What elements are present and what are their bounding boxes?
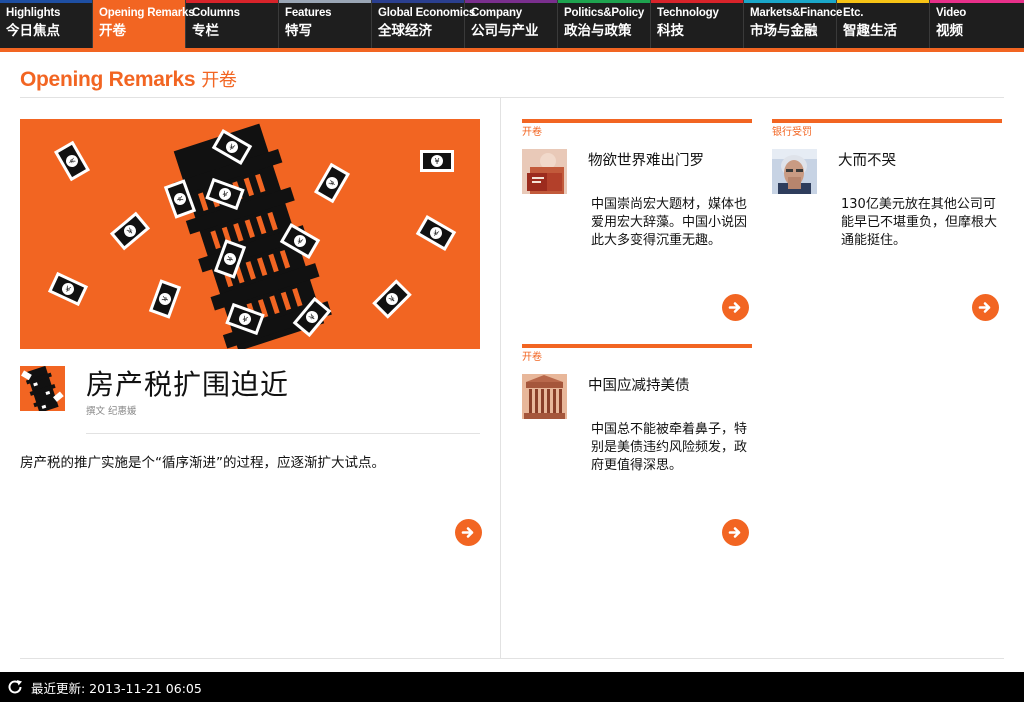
nav-tab-video[interactable]: Video 视频 [930, 0, 1024, 48]
nav-tab-company[interactable]: Company 公司与产业 [465, 0, 558, 48]
card-accent-bar [772, 119, 1002, 123]
card-2-more-button[interactable] [972, 294, 999, 321]
nav-tab-label-zh: 全球经济 [378, 23, 432, 39]
card-title[interactable]: 物欲世界难出门罗 [588, 149, 704, 170]
nav-tab-label-zh: 公司与产业 [471, 23, 539, 39]
leaning-tower-money-illustration: ¥ [47, 123, 457, 349]
nav-tab-label-en: Technology [657, 7, 719, 19]
nav-tab-opening-remarks[interactable]: Opening Remarks 开卷 [93, 0, 195, 48]
banker-portrait-image [772, 149, 817, 194]
card-category[interactable]: 银行受罚 [772, 126, 1002, 139]
nav-tab-stripe [744, 0, 836, 3]
card-title[interactable]: 大而不哭 [838, 149, 896, 170]
page-title-zh: 开卷 [201, 70, 237, 91]
page-title: Opening Remarks 开卷 [20, 66, 237, 92]
status-bar: 最近更新: 2013-11-21 06:05 [0, 672, 1024, 702]
nav-tab-politics-policy[interactable]: Politics&Policy 政治与政策 [558, 0, 651, 48]
story-card-3[interactable]: 开卷 中国应减持美债 中国总不能被牵着鼻子，特别是美债违约风险频发，政府更值得深… [522, 344, 752, 554]
nav-tab-markets-finance[interactable]: Markets&Finance 市场与金融 [744, 0, 843, 48]
nav-tab-label-zh: 政治与政策 [564, 23, 632, 39]
nav-tab-label-zh: 开卷 [99, 23, 126, 39]
lead-story-summary: 房产税的推广实施是个“循序渐进”的过程，应逐渐扩大试点。 [20, 455, 385, 471]
card-summary: 中国崇尚宏大题材，媒体也爱用宏大辞藻。中国小说因此大多变得沉重无趣。 [591, 197, 748, 248]
page-title-en: Opening Remarks [20, 68, 196, 91]
nav-tab-stripe [93, 0, 185, 3]
card-1-more-button[interactable] [722, 294, 749, 321]
nav-tab-label-en: Company [471, 7, 522, 19]
nav-tab-stripe [279, 0, 371, 3]
nav-tab-label-en: Video [936, 7, 967, 19]
lead-story-title[interactable]: 房产税扩围迫近 [86, 363, 289, 403]
nav-tab-technology[interactable]: Technology 科技 [651, 0, 744, 48]
nav-tab-columns[interactable]: Columns 专栏 [186, 0, 279, 48]
card-summary: 130亿美元放在其他公司可能早已不堪重负，但摩根大通能挺住。 [841, 197, 998, 248]
nav-tab-label-zh: 科技 [657, 23, 684, 39]
arrow-right-icon [461, 527, 474, 538]
lead-divider [86, 433, 480, 434]
reader-book-image [522, 149, 567, 194]
arrow-right-icon [728, 302, 741, 313]
story-card-1[interactable]: 开卷 物欲世界难出门罗 中国崇尚宏大题材，媒体也爱用宏大辞藻。中国小说因此大多变… [522, 119, 752, 329]
card-accent-bar [522, 119, 752, 123]
nav-tab-label-en: Politics&Policy [564, 7, 645, 19]
nav-tab-label-zh: 智趣生活 [843, 23, 897, 39]
nav-tab-label-en: Etc. [843, 7, 864, 19]
nav-tab-etc[interactable]: Etc. 智趣生活 [837, 0, 930, 48]
card-thumbnail[interactable] [772, 149, 817, 194]
nav-tab-stripe [372, 0, 464, 3]
refresh-icon[interactable] [6, 678, 24, 696]
arrow-right-icon [978, 302, 991, 313]
nav-tab-stripe [930, 0, 1024, 3]
header-divider [20, 97, 1004, 98]
card-summary: 中国总不能被牵着鼻子，特别是美债违约风险频发，政府更值得深思。 [591, 422, 748, 473]
nav-tab-label-en: Columns [192, 7, 240, 19]
nav-tab-stripe [837, 0, 929, 3]
card-accent-bar [522, 344, 752, 348]
card-thumbnail[interactable] [522, 374, 567, 419]
nav-tab-label-zh: 专栏 [192, 23, 219, 39]
card-3-more-button[interactable] [722, 519, 749, 546]
lead-story-thumbnail[interactable] [20, 366, 65, 411]
lead-story-more-button[interactable] [455, 519, 482, 546]
nav-tab-features[interactable]: Features 特写 [279, 0, 372, 48]
nav-accent-line [0, 48, 1024, 52]
nav-tab-label-en: Highlights [6, 7, 61, 19]
top-navigation: Highlights 今日焦点 Opening Remarks 开卷 Colum… [0, 0, 1024, 48]
nav-tab-label-zh: 视频 [936, 23, 963, 39]
nav-tab-stripe [558, 0, 650, 3]
nav-tab-stripe [0, 0, 92, 3]
tower-thumbnail-image [20, 366, 65, 411]
nav-tab-label-en: Opening Remarks [99, 7, 195, 19]
nav-tab-label-en: Global Economics [378, 7, 476, 19]
story-card-2[interactable]: 银行受罚 大而不哭 130亿美元放在其他公司可能早已不堪重负，但摩根大通能挺住。 [772, 119, 1002, 329]
nav-tab-stripe [651, 0, 743, 3]
nav-tab-label-zh: 特写 [285, 23, 312, 39]
nav-tab-label-en: Markets&Finance [750, 7, 843, 19]
footer-divider [20, 658, 1004, 659]
treasury-building-image [522, 374, 567, 419]
last-updated-text: 最近更新: 2013-11-21 06:05 [31, 680, 202, 696]
nav-tab-global-economics[interactable]: Global Economics 全球经济 [372, 0, 476, 48]
card-category[interactable]: 开卷 [522, 126, 752, 139]
column-divider [500, 98, 501, 658]
lead-story-byline: 撰文 纪惠媛 [86, 406, 137, 417]
nav-tab-label-zh: 市场与金融 [750, 23, 818, 39]
lead-story-image[interactable]: ¥ [20, 119, 480, 349]
nav-tab-label-en: Features [285, 7, 332, 19]
arrow-right-icon [728, 527, 741, 538]
nav-tab-label-zh: 今日焦点 [6, 23, 60, 39]
card-category[interactable]: 开卷 [522, 351, 752, 364]
nav-tab-stripe [186, 0, 278, 3]
nav-tab-highlights[interactable]: Highlights 今日焦点 [0, 0, 93, 48]
card-thumbnail[interactable] [522, 149, 567, 194]
card-title[interactable]: 中国应减持美债 [588, 374, 690, 395]
nav-tab-stripe [465, 0, 557, 3]
